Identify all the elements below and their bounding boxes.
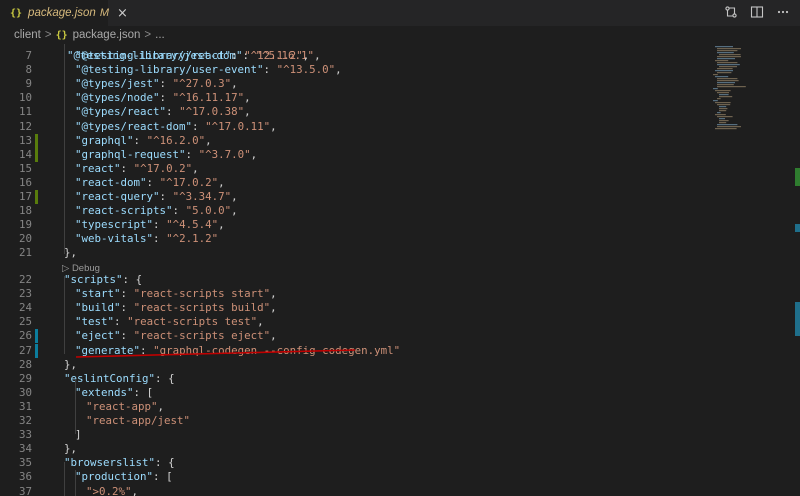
modified-indicator: M — [99, 7, 109, 19]
minimap-line — [715, 46, 733, 48]
minimap-line — [719, 108, 728, 110]
breadcrumb-symbol[interactable]: ... — [155, 29, 165, 41]
indent-guide — [64, 276, 65, 354]
indent-guide — [64, 462, 65, 496]
scrollbar-change-marker — [795, 168, 800, 186]
minimap-line — [717, 58, 735, 60]
open-changes-icon[interactable] — [724, 4, 738, 23]
minimap-line — [719, 54, 741, 56]
minimap-line — [719, 96, 733, 98]
breadcrumb: client > {} package.json > ... — [0, 26, 800, 44]
red-underline-annotation — [75, 349, 356, 358]
minimap-line — [717, 112, 721, 114]
minimap-line — [717, 78, 738, 80]
breadcrumb-separator: > — [144, 29, 152, 41]
minimap[interactable] — [705, 44, 795, 134]
minimap-line — [717, 116, 733, 118]
minimap-line — [719, 94, 729, 96]
scrollbar-change-marker — [795, 302, 800, 336]
minimap-line — [715, 90, 731, 92]
code-editor[interactable]: "@testing-library/jest-dom": "^5.16.1", … — [0, 44, 800, 496]
breadcrumb-separator: > — [44, 29, 52, 41]
more-actions-icon[interactable] — [776, 4, 790, 23]
indent-guide — [75, 470, 76, 496]
json-braces-icon: {} — [10, 7, 23, 19]
minimap-line — [717, 62, 738, 64]
minimap-line — [715, 102, 731, 104]
tab-bar: {} package.json M × — [0, 0, 800, 26]
minimap-line — [719, 122, 727, 124]
split-editor-icon[interactable] — [750, 4, 764, 23]
minimap-line — [717, 72, 732, 74]
tab-package-json[interactable]: {} package.json M × — [0, 0, 128, 26]
minimap-line — [715, 76, 729, 78]
minimap-line — [719, 66, 737, 68]
minimap-line — [715, 70, 733, 72]
minimap-line — [717, 64, 740, 66]
json-braces-icon: {} — [55, 29, 68, 41]
minimap-line — [717, 82, 735, 84]
minimap-line — [719, 110, 727, 112]
breadcrumb-file[interactable]: package.json — [73, 29, 141, 41]
close-tab-button[interactable]: × — [117, 6, 128, 21]
minimap-line — [717, 92, 729, 94]
minimap-line — [719, 120, 729, 122]
minimap-line — [717, 126, 741, 128]
minimap-line — [715, 60, 729, 62]
minimap-line — [717, 68, 733, 70]
minimap-line — [719, 118, 725, 120]
minimap-line — [717, 98, 721, 100]
minimap-line — [717, 86, 746, 88]
minimap-canvas — [713, 46, 746, 130]
minimap-line — [713, 88, 718, 90]
minimap-line — [717, 48, 741, 50]
minimap-line — [717, 104, 731, 106]
minimap-line — [717, 80, 739, 82]
minimap-line — [715, 114, 726, 116]
minimap-line — [719, 106, 727, 108]
minimap-line — [717, 52, 734, 54]
minimap-line — [713, 74, 718, 76]
breadcrumb-folder[interactable]: client — [14, 29, 41, 41]
minimap-line — [713, 100, 718, 102]
minimap-line — [715, 128, 737, 130]
indent-guide — [75, 380, 76, 434]
minimap-line — [717, 124, 738, 126]
minimap-line — [717, 56, 741, 58]
editor-actions — [724, 0, 790, 26]
minimap-line — [717, 50, 738, 52]
scrollbar-change-marker — [795, 224, 800, 232]
minimap-line — [717, 84, 734, 86]
vertical-scrollbar[interactable] — [795, 44, 800, 496]
tab-filename: package.json — [28, 7, 96, 19]
indent-guide — [64, 44, 65, 254]
